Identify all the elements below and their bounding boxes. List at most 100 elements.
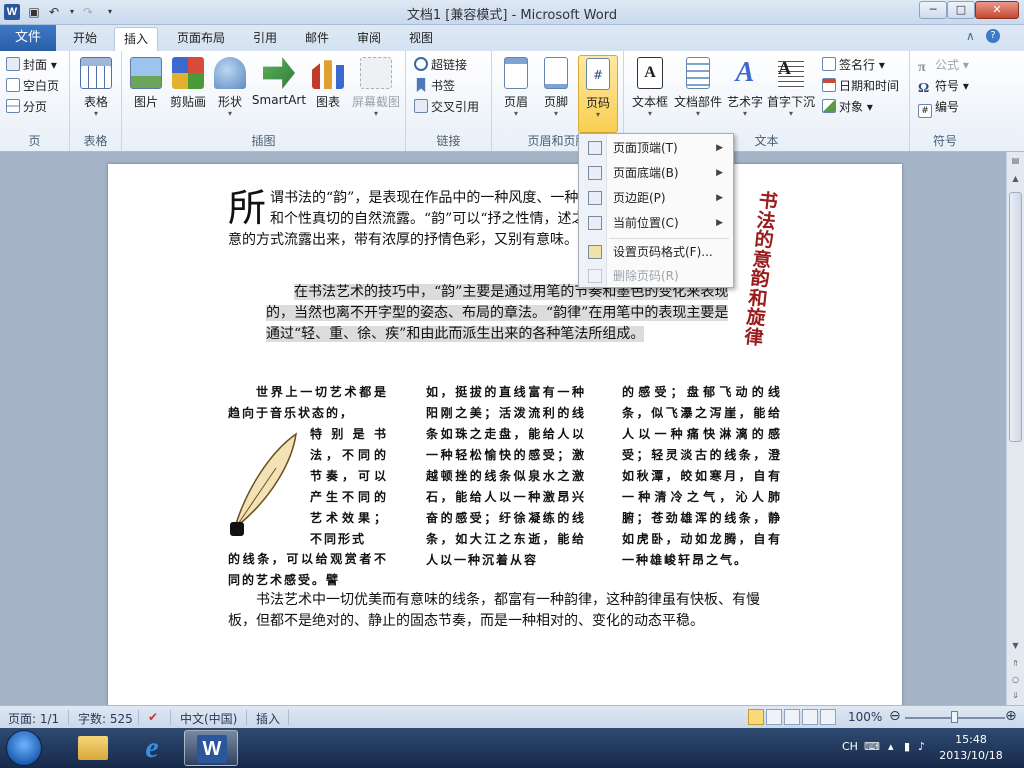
full-screen-reading-view-icon[interactable]: [766, 709, 782, 725]
tab-page-layout[interactable]: 页面布局: [168, 27, 234, 51]
column-1-side[interactable]: 特别是书法，不同的节奏，可以产生不同的艺术效果；不同形式: [310, 424, 388, 550]
insert-mode-indicator[interactable]: 插入: [256, 710, 280, 727]
hyperlink-button[interactable]: 超链接: [414, 55, 467, 75]
zoom-level[interactable]: 100%: [848, 710, 882, 724]
page-break-button[interactable]: 分页: [6, 97, 47, 117]
proofing-icon[interactable]: ✔: [148, 710, 158, 724]
network-icon[interactable]: ▮: [904, 740, 910, 753]
maximize-button[interactable]: □: [947, 1, 975, 19]
minimize-button[interactable]: ─: [919, 1, 947, 19]
clip-art-icon: [172, 57, 204, 89]
start-button[interactable]: [6, 730, 42, 766]
ribbon-insert: 封面 ▾ 空白页 分页 页 表格 ▾ 表格 图片 剪贴画 形状 ▾ SmartArt…: [0, 51, 1024, 152]
table-button[interactable]: 表格 ▾: [74, 55, 118, 127]
bookmark-button[interactable]: 书签: [414, 76, 455, 96]
page-number-button[interactable]: # 页码 ▾: [578, 55, 618, 133]
word-count[interactable]: 字数: 525: [78, 710, 133, 727]
windows-taskbar: e W CH ⌨ ▴ ▮ ♪ 15:48 2013/10/18: [0, 728, 1024, 768]
quill-inkwell-image[interactable]: [228, 432, 300, 540]
number-button[interactable]: # 编号: [918, 97, 959, 118]
title-bar: W ▣ ↶ ▾ ↷ ▾ 文档1 [兼容模式] - Microsoft Word …: [0, 0, 1024, 25]
header-button[interactable]: 页眉 ▾: [498, 55, 534, 127]
vertical-scrollbar[interactable]: ▤ ▲ ▼ ⇑ ○ ⇓: [1006, 152, 1024, 705]
object-button[interactable]: 对象 ▾: [822, 97, 873, 117]
bookmark-icon: [416, 78, 426, 92]
text-box-button[interactable]: A 文本框 ▾: [630, 55, 670, 127]
document-page[interactable]: 所谓书法的“韵”，是表现在作品中的一种风度、一种韵致，一个书法家怀古和个性真切的…: [108, 164, 902, 705]
column-1-top[interactable]: 世界上一切艺术都是趋向于音乐状态的，: [228, 382, 388, 424]
picture-button[interactable]: 图片: [128, 55, 164, 127]
next-page-icon[interactable]: ⇓: [1009, 689, 1022, 703]
chart-button[interactable]: 图表: [310, 55, 346, 127]
vertical-wordart-title[interactable]: 书法的意韵和旋律: [740, 189, 782, 349]
menu-item-top-of-page[interactable]: 页面顶端(T) ▶: [581, 136, 731, 160]
collapse-ribbon-icon[interactable]: ∧: [966, 29, 975, 43]
keyboard-icon[interactable]: ⌨: [864, 740, 880, 753]
print-layout-view-icon[interactable]: [748, 709, 764, 725]
tab-insert[interactable]: 插入: [114, 27, 158, 51]
paragraph-3[interactable]: 书法艺术中一切优美而有意味的线条，都富有一种韵律，这种韵律虽有快板、有慢板，但都…: [228, 590, 784, 632]
tab-references[interactable]: 引用: [244, 27, 286, 51]
cover-page-icon: [6, 57, 20, 71]
status-bar: 页面: 1/1 字数: 525 ✔ 中文(中国) 插入 100% ⊖ ⊕: [0, 705, 1024, 728]
signature-line-button[interactable]: 签名行 ▾: [822, 55, 885, 75]
smartart-button[interactable]: SmartArt: [250, 55, 308, 127]
scroll-down-icon[interactable]: ▼: [1009, 639, 1022, 653]
paragraph-2[interactable]: 在书法艺术的技巧中，“韵”主要是通过用笔的节奏和墨色的变化来表现的，当然也离不开…: [266, 282, 731, 345]
cross-reference-button[interactable]: 交叉引用: [414, 97, 479, 117]
date-time-button[interactable]: 日期和时间: [822, 76, 899, 96]
explorer-taskbar-button[interactable]: [66, 730, 120, 766]
quick-parts-button[interactable]: 文档部件 ▾: [672, 55, 724, 127]
column-2[interactable]: 如，挺拔的直线富有一种阳刚之美；活泼流利的线条如珠之走盘，能给人以一种轻松愉快的…: [426, 382, 586, 571]
clip-art-button[interactable]: 剪贴画: [166, 55, 210, 127]
menu-item-current-position[interactable]: 当前位置(C) ▶: [581, 211, 731, 235]
menu-item-bottom-of-page[interactable]: 页面底端(B) ▶: [581, 161, 731, 185]
tab-mailings[interactable]: 邮件: [296, 27, 338, 51]
wordart-button[interactable]: A 艺术字 ▾: [726, 55, 764, 127]
web-layout-view-icon[interactable]: [784, 709, 800, 725]
group-links-label: 链接: [436, 134, 461, 148]
help-icon[interactable]: ?: [986, 29, 1000, 43]
menu-item-page-margins[interactable]: 页边距(P) ▶: [581, 186, 731, 210]
page-number-icon: #: [586, 58, 610, 90]
tab-view[interactable]: 视图: [400, 27, 442, 51]
select-browse-object-icon[interactable]: ○: [1009, 673, 1022, 687]
menu-item-remove-page-numbers[interactable]: 删除页码(R): [581, 264, 731, 288]
blank-page-button[interactable]: 空白页: [6, 76, 59, 96]
page-count[interactable]: 页面: 1/1: [8, 710, 59, 727]
column-1-bottom[interactable]: 的线条，可以给观赏者不同的艺术感受。譬: [228, 549, 388, 591]
ie-taskbar-button[interactable]: e: [124, 730, 178, 766]
group-illustrations-label: 插图: [251, 134, 276, 148]
screenshot-button[interactable]: 屏幕截图 ▾: [348, 55, 404, 127]
shapes-button[interactable]: 形状 ▾: [212, 55, 248, 127]
page-break-icon: [6, 99, 20, 113]
drop-cap-button[interactable]: A 首字下沉 ▾: [766, 55, 816, 127]
previous-page-icon[interactable]: ⇑: [1009, 657, 1022, 671]
zoom-slider-thumb[interactable]: [951, 711, 958, 723]
page-margin-icon: [588, 191, 602, 205]
volume-icon[interactable]: ♪: [918, 740, 925, 753]
language-indicator[interactable]: 中文(中国): [180, 710, 237, 727]
cover-page-button[interactable]: 封面 ▾: [6, 55, 57, 75]
outline-view-icon[interactable]: [802, 709, 818, 725]
symbol-button[interactable]: Ω 符号 ▾: [918, 76, 969, 96]
equation-button[interactable]: π 公式 ▾: [918, 55, 969, 75]
menu-item-format-page-numbers[interactable]: 设置页码格式(F)...: [581, 240, 731, 264]
system-clock[interactable]: 15:48 2013/10/18: [934, 732, 1008, 764]
tab-home[interactable]: 开始: [62, 27, 108, 51]
calendar-icon: [822, 78, 836, 92]
scroll-thumb[interactable]: [1009, 192, 1022, 442]
ruler-toggle-icon[interactable]: ▤: [1009, 154, 1022, 168]
tab-file[interactable]: 文件: [0, 25, 56, 51]
tab-review[interactable]: 审阅: [348, 27, 390, 51]
tray-expand-icon[interactable]: ▴: [888, 740, 894, 753]
footer-button[interactable]: 页脚 ▾: [538, 55, 574, 127]
scroll-up-icon[interactable]: ▲: [1009, 172, 1022, 186]
ime-indicator[interactable]: CH: [842, 740, 858, 753]
draft-view-icon[interactable]: [820, 709, 836, 725]
zoom-in-icon[interactable]: ⊕: [1005, 708, 1017, 724]
column-3[interactable]: 的感受；盘郁飞动的线条，似飞瀑之泻崖，能给人以一种痛快淋漓的感受；轻灵淡古的线条…: [622, 382, 782, 571]
zoom-out-icon[interactable]: ⊖: [889, 708, 901, 724]
word-taskbar-button[interactable]: W: [184, 730, 238, 766]
close-button[interactable]: ✕: [975, 1, 1019, 19]
